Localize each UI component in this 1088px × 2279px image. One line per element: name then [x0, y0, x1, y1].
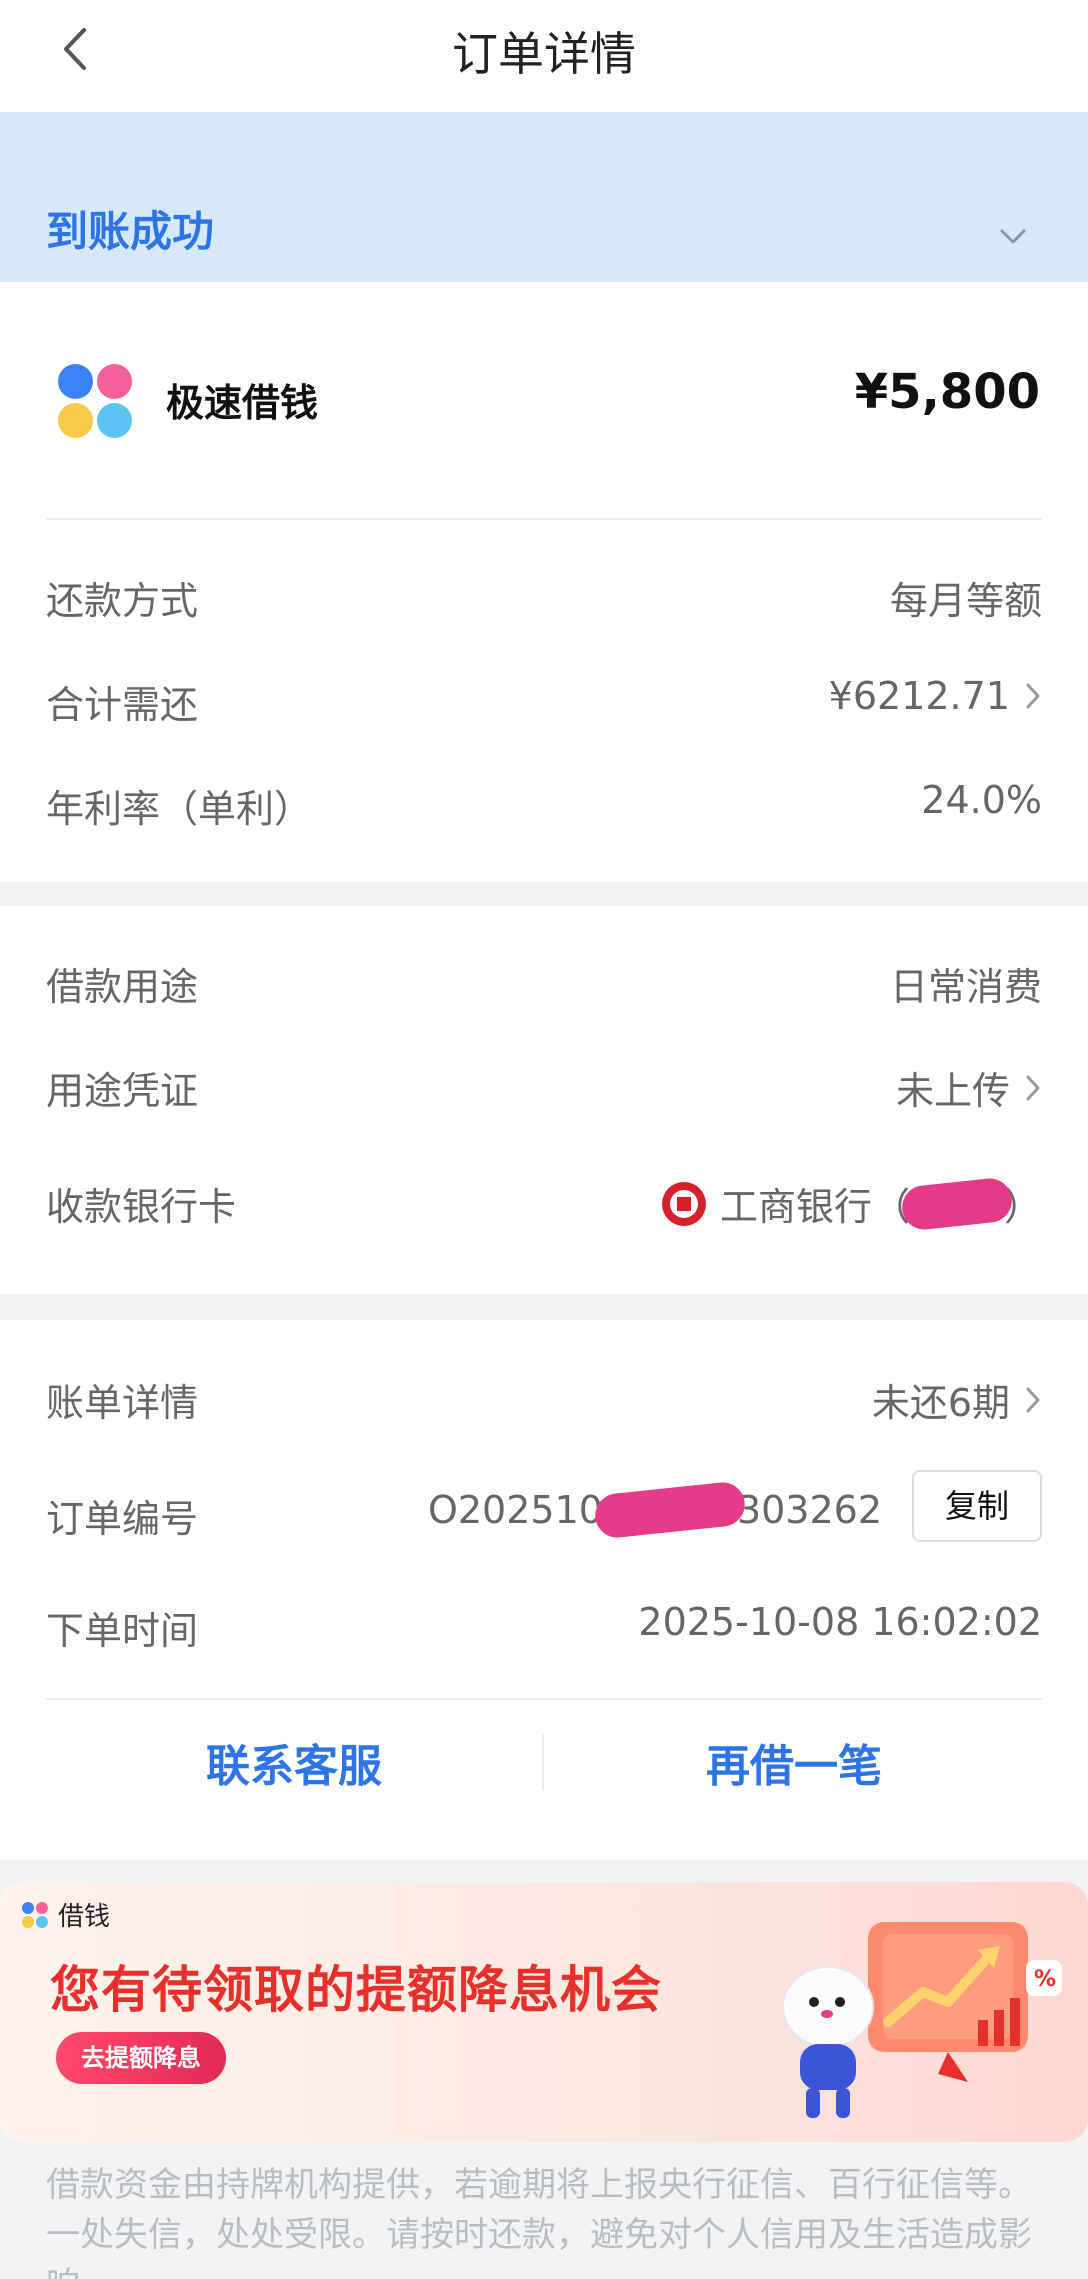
row-value: ¥6212.71	[828, 674, 1010, 718]
page-title: 订单详情	[452, 27, 636, 81]
row-key: 下单时间	[46, 1609, 199, 1653]
receiving-bank-card-row: 收款银行卡 工商银行 （ ）	[46, 1170, 1042, 1232]
purpose-proof-row[interactable]: 用途凭证 未上传	[46, 1054, 1042, 1114]
action-bar: 联系客服 再借一笔	[46, 1700, 1042, 1820]
row-key: 账单详情	[46, 1381, 199, 1425]
loan-purpose-row: 借款用途 日常消费	[46, 950, 1042, 1010]
product-logo-icon	[58, 364, 132, 438]
borrow-again-button[interactable]: 再借一笔	[546, 1730, 1042, 1794]
brand-logo-icon	[22, 1901, 48, 1928]
svg-text:%: %	[1034, 1967, 1056, 1992]
chevron-right-icon[interactable]	[1024, 1385, 1042, 1415]
order-info-card: 账单详情 未还6期 订单编号 O202510 303262 复制 下单时间 20…	[0, 1320, 1088, 1860]
row-key: 年利率（单利）	[46, 787, 313, 831]
raise-limit-button[interactable]: 去提额降息	[56, 2032, 226, 2084]
row-value: 未还6期	[871, 1381, 1010, 1425]
row-key: 用途凭证	[46, 1069, 199, 1113]
repayment-method-row: 还款方式 每月等额	[46, 564, 1042, 624]
mascot-growth-chart-illustration: %	[782, 1922, 1062, 2118]
loan-summary-card: 极速借钱 ¥5,800 还款方式 每月等额 合计需还 ¥6212.71 年利率（…	[0, 282, 1088, 882]
copy-button[interactable]: 复制	[912, 1470, 1042, 1542]
order-time-row: 下单时间 2025-10-08 16:02:02	[46, 1594, 1042, 1654]
annual-rate-row: 年利率（单利） 24.0%	[46, 772, 1042, 832]
chevron-right-icon[interactable]	[1024, 681, 1042, 711]
redacted-mark	[899, 1175, 1014, 1232]
bill-details-row[interactable]: 账单详情 未还6期	[46, 1366, 1042, 1426]
chevron-right-icon[interactable]	[1024, 1073, 1042, 1103]
row-key: 合计需还	[46, 683, 199, 727]
nav-bar: 订单详情	[0, 0, 1088, 112]
loan-amount: ¥5,800	[854, 364, 1040, 420]
usage-card: 借款用途 日常消费 用途凭证 未上传 收款银行卡 工商银行 （ ）	[0, 906, 1088, 1294]
redacted-mark	[593, 1480, 747, 1540]
promo-banner[interactable]: 借钱 您有待领取的提额降息机会 去提额降息 %	[0, 1882, 1088, 2142]
order-number-suffix: 303262	[736, 1488, 882, 1532]
contact-support-button[interactable]: 联系客服	[46, 1730, 542, 1794]
order-number-row: 订单编号 O202510 303262 复制	[46, 1470, 1042, 1542]
order-number-prefix: O202510	[427, 1488, 603, 1532]
icbc-bank-icon	[661, 1181, 706, 1226]
disclaimer-text: 借款资金由持牌机构提供，若逾期将上报央行征信、百行征信等。一处失信，处处受限。请…	[46, 2165, 1032, 2279]
banner-headline: 您有待领取的提额降息机会	[50, 1961, 662, 2019]
row-value: 24.0%	[921, 778, 1042, 822]
row-key: 还款方式	[46, 579, 199, 623]
row-value: 未上传	[895, 1069, 1010, 1113]
status-banner[interactable]: 到账成功	[0, 112, 1088, 282]
bank-name: 工商银行	[719, 1185, 872, 1229]
status-label: 到账成功	[46, 207, 215, 256]
row-value: 每月等额	[889, 579, 1042, 623]
banner-brand: 借钱	[22, 1896, 110, 1933]
row-value: 2025-10-08 16:02:02	[638, 1600, 1042, 1644]
divider	[542, 1734, 544, 1790]
chevron-down-icon[interactable]	[996, 220, 1030, 254]
brand-label: 借钱	[58, 1902, 111, 1932]
row-key: 借款用途	[46, 965, 199, 1009]
row-key: 订单编号	[46, 1497, 199, 1541]
row-value: 日常消费	[889, 965, 1042, 1009]
product-name: 极速借钱	[166, 381, 319, 425]
total-due-row[interactable]: 合计需还 ¥6212.71	[46, 668, 1042, 728]
divider	[46, 518, 1042, 520]
row-key: 收款银行卡	[46, 1185, 237, 1229]
